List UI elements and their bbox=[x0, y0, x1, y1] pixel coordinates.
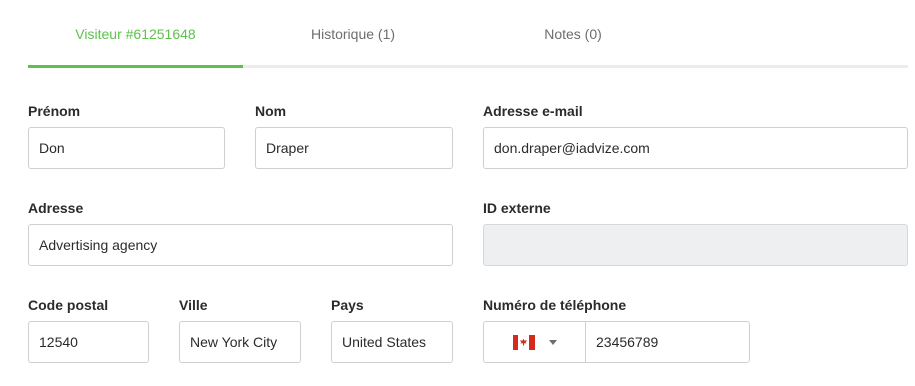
ville-field[interactable]: New York City bbox=[179, 321, 301, 363]
ville-label: Ville bbox=[179, 297, 208, 313]
email-label: Adresse e-mail bbox=[483, 103, 583, 119]
pays-field[interactable]: United States bbox=[331, 321, 453, 363]
prenom-field[interactable]: Don bbox=[28, 127, 225, 169]
email-field[interactable]: don.draper@iadvize.com bbox=[483, 127, 908, 169]
tab-notes-label: Notes (0) bbox=[544, 26, 602, 42]
tab-visiteur-label: Visiteur #61251648 bbox=[75, 26, 196, 42]
code-postal-label: Code postal bbox=[28, 297, 109, 313]
prenom-label: Prénom bbox=[28, 103, 81, 119]
adresse-label: Adresse bbox=[28, 200, 84, 216]
chevron-down-icon bbox=[548, 339, 557, 345]
active-tab-indicator bbox=[28, 65, 243, 68]
code-postal-field[interactable]: 12540 bbox=[28, 321, 149, 363]
tab-historique-label: Historique (1) bbox=[310, 26, 396, 42]
tab-notes[interactable]: Notes (0) bbox=[463, 0, 683, 68]
canada-flag-icon bbox=[512, 334, 535, 350]
telephone-label: Numéro de téléphone bbox=[483, 297, 627, 313]
pays-label: Pays bbox=[331, 297, 364, 313]
tab-historique[interactable]: Historique (1) bbox=[243, 0, 463, 68]
phone-number-field[interactable]: 23456789 bbox=[585, 321, 750, 363]
tab-visiteur[interactable]: Visiteur #61251648 bbox=[28, 0, 243, 68]
id-externe-label: ID externe bbox=[483, 200, 551, 216]
id-externe-field bbox=[483, 224, 908, 266]
adresse-field[interactable]: Advertising agency bbox=[28, 224, 453, 266]
tab-bar: Visiteur #61251648 Historique (1) Notes … bbox=[28, 0, 908, 68]
nom-label: Nom bbox=[255, 103, 287, 119]
nom-field[interactable]: Draper bbox=[255, 127, 453, 169]
country-code-select[interactable] bbox=[483, 321, 585, 363]
